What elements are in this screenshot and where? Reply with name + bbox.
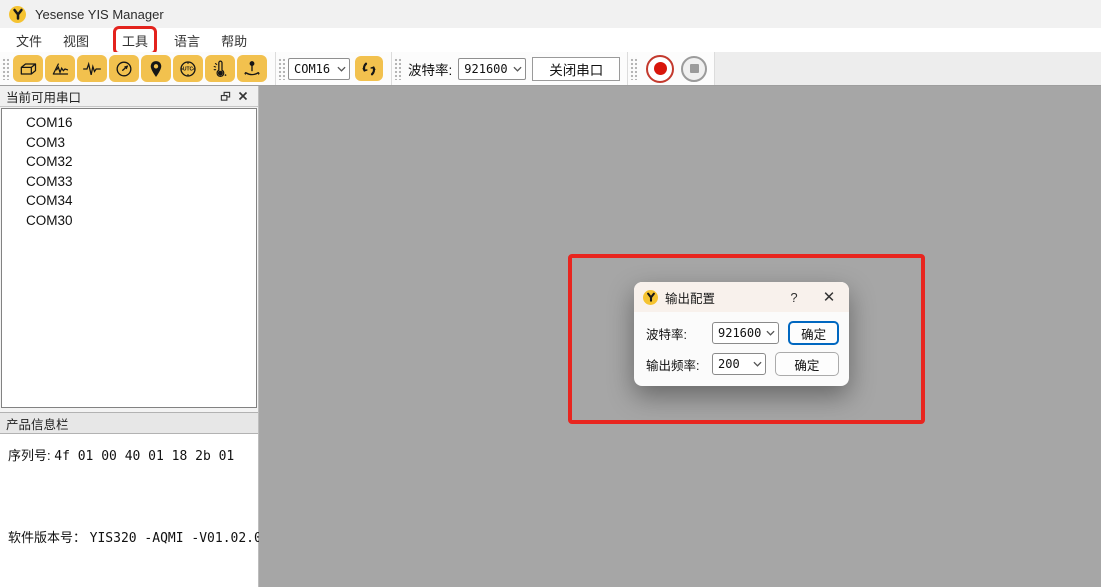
list-item[interactable]: COM3 (2, 133, 256, 153)
list-item[interactable]: COM16 (2, 113, 256, 133)
toolbar-group-views: UTC (0, 52, 276, 85)
product-info-body: 序列号: 4f 01 00 40 01 18 2b 01 软件版本号： YIS3… (0, 434, 258, 587)
record-icon[interactable] (646, 55, 674, 83)
output-frequency-row: 输出频率: 200 确定 (646, 352, 839, 376)
menu-view[interactable]: 视图 (57, 29, 95, 52)
port-select[interactable]: COM16 (288, 58, 350, 80)
toolbar-handle[interactable] (277, 57, 285, 80)
confirm-frequency-button[interactable]: 确定 (775, 352, 839, 376)
dialog-title-bar: 输出配置 ? ✕ (634, 282, 849, 312)
list-item[interactable]: COM30 (2, 211, 256, 231)
chevron-down-icon (766, 330, 775, 336)
close-serial-port-button[interactable]: 关闭串口 (532, 57, 620, 81)
confirm-baud-button[interactable]: 确定 (788, 321, 839, 345)
toolbar-group-port: COM16 (276, 52, 392, 85)
toolbar-spacer (715, 52, 1101, 85)
dialog-baud-select[interactable]: 921600 (712, 322, 779, 344)
thermometer-icon[interactable] (205, 55, 235, 82)
baud-select-value: 921600 (464, 62, 507, 76)
dialog-baud-value: 921600 (718, 326, 761, 340)
baud-rate-label: 波特率: (408, 59, 452, 79)
menu-bar: 文件 视图 工具 语言 帮助 (0, 28, 1101, 52)
dialog-frequency-value: 200 (718, 357, 740, 371)
chevron-down-icon (513, 66, 522, 72)
serial-number-label: 序列号: (8, 448, 51, 463)
gps-pin-icon[interactable] (141, 55, 171, 82)
product-info-title: 产品信息栏 (6, 414, 69, 433)
chevron-down-icon (337, 66, 346, 72)
stop-icon[interactable] (681, 56, 707, 82)
window-title: Yesense YIS Manager (35, 7, 164, 22)
menu-help[interactable]: 帮助 (215, 29, 253, 52)
title-bar: Yesense YIS Manager (0, 0, 1101, 28)
help-icon[interactable]: ? (785, 290, 803, 305)
serial-number-value: 4f 01 00 40 01 18 2b 01 (54, 449, 234, 464)
yesense-logo-icon (9, 6, 26, 23)
menu-language[interactable]: 语言 (168, 29, 206, 52)
list-item[interactable]: COM34 (2, 191, 256, 211)
dialog-frequency-select[interactable]: 200 (712, 353, 766, 375)
app-window: Yesense YIS Manager 文件 视图 工具 语言 帮助 (0, 0, 1101, 587)
serial-number-line: 序列号: 4f 01 00 40 01 18 2b 01 (8, 445, 234, 464)
dialog-title: 输出配置 (665, 288, 715, 307)
cube-icon[interactable] (13, 55, 43, 82)
software-version-label: 软件版本号： (8, 530, 86, 545)
list-item[interactable]: COM32 (2, 152, 256, 172)
list-item[interactable]: COM33 (2, 172, 256, 192)
baud-select[interactable]: 921600 (458, 58, 526, 80)
port-select-value: COM16 (294, 62, 330, 76)
refresh-icon[interactable] (355, 56, 383, 81)
close-panel-icon[interactable] (234, 88, 252, 104)
menu-tools[interactable]: 工具 (116, 29, 154, 52)
toolbar-handle[interactable] (629, 57, 637, 80)
dialog-body: 波特率: 921600 确定 输出频率: 200 确定 (634, 312, 849, 376)
attitude-wave-icon[interactable] (45, 55, 75, 82)
serial-port-list: COM16 COM3 COM32 COM33 COM34 COM30 (1, 108, 257, 408)
toolbar-group-record (628, 52, 715, 85)
baud-rate-row: 波特率: 921600 确定 (646, 321, 839, 345)
utc-clock-icon[interactable]: UTC (173, 55, 203, 82)
record-dot (654, 62, 667, 75)
toolbar-handle[interactable] (393, 57, 401, 80)
gauge-icon[interactable] (109, 55, 139, 82)
chevron-down-icon (753, 361, 762, 367)
toolbar: UTC (0, 52, 1101, 86)
float-panel-icon[interactable] (216, 88, 234, 104)
toolbar-handle[interactable] (1, 57, 9, 80)
menu-file[interactable]: 文件 (10, 29, 48, 52)
dock-title: 当前可用串口 (6, 87, 81, 106)
yesense-logo-icon (643, 290, 658, 305)
serial-port-dock: 当前可用串口 COM16 COM3 COM32 COM33 COM34 COM3… (0, 86, 259, 587)
inclinometer-icon[interactable] (237, 55, 267, 82)
dialog-baud-label: 波特率: (646, 324, 712, 343)
window-body: 当前可用串口 COM16 COM3 COM32 COM33 COM34 COM3… (0, 86, 1101, 587)
workspace: 输出配置 ? ✕ 波特率: 921600 确定 输出频率: (259, 86, 1101, 587)
close-icon[interactable]: ✕ (818, 290, 840, 305)
dialog-frequency-label: 输出频率: (646, 355, 712, 374)
stop-square (690, 64, 699, 73)
dock-header: 当前可用串口 (0, 86, 258, 107)
product-info-header: 产品信息栏 (0, 412, 258, 434)
software-version-value: YIS320 -AQMI -V01.02.03; (90, 531, 278, 546)
software-version-line: 软件版本号： YIS320 -AQMI -V01.02.03; (8, 527, 277, 546)
raw-wave-icon[interactable] (77, 55, 107, 82)
svg-text:UTC: UTC (183, 66, 194, 72)
output-config-dialog: 输出配置 ? ✕ 波特率: 921600 确定 输出频率: (634, 282, 849, 386)
toolbar-group-baud: 波特率: 921600 关闭串口 (392, 52, 628, 85)
